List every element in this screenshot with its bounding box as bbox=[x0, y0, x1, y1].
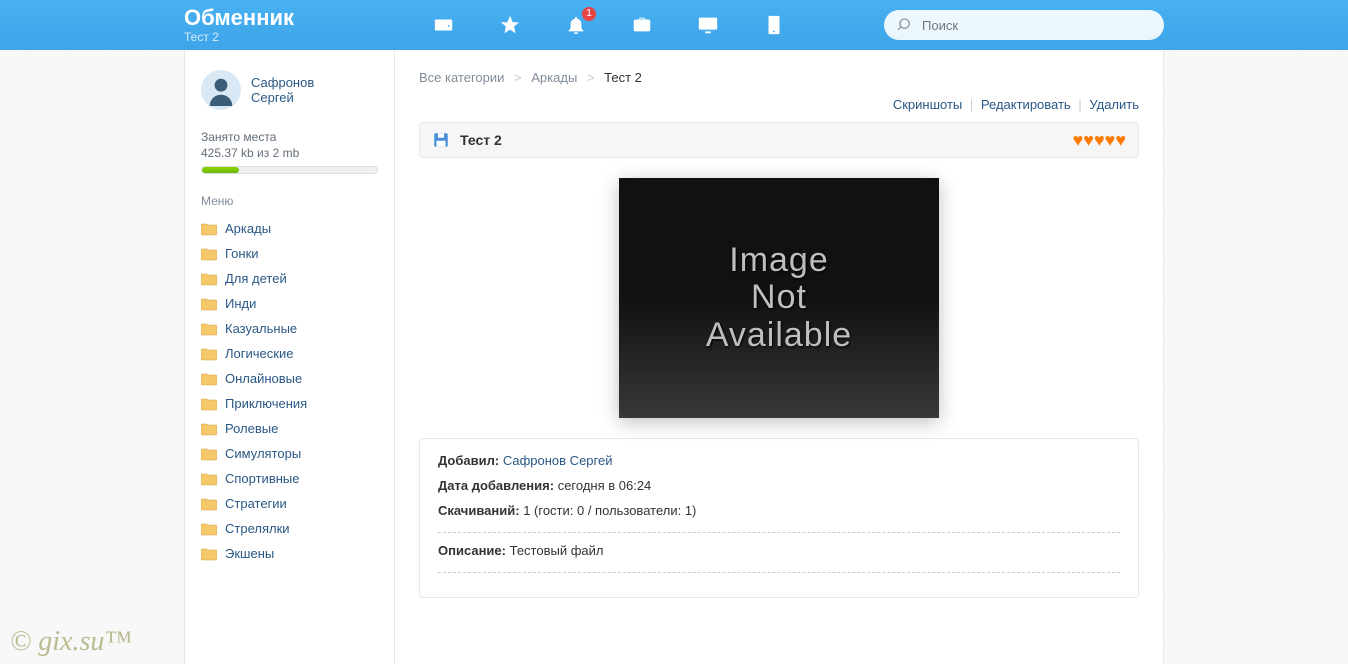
menu-item[interactable]: Стратегии bbox=[201, 491, 378, 516]
menu-item-label[interactable]: Стратегии bbox=[225, 496, 287, 511]
main-content: Все категории > Аркады > Тест 2 Скриншот… bbox=[395, 50, 1163, 664]
user-name-1: Сафронов bbox=[251, 75, 314, 90]
info-box: Добавил: Сафронов Сергей Дата добавления… bbox=[419, 438, 1139, 598]
menu-item[interactable]: Приключения bbox=[201, 391, 378, 416]
heart-icon: ♥ bbox=[1115, 131, 1126, 149]
heart-icon: ♥ bbox=[1083, 131, 1094, 149]
action-delete[interactable]: Удалить bbox=[1089, 97, 1139, 112]
folder-icon bbox=[201, 547, 217, 561]
heart-icon: ♥ bbox=[1105, 131, 1116, 149]
menu-item-label[interactable]: Онлайновые bbox=[225, 371, 302, 386]
phone-icon[interactable] bbox=[762, 13, 786, 37]
menu-item-label[interactable]: Ролевые bbox=[225, 421, 278, 436]
menu-item-label[interactable]: Аркады bbox=[225, 221, 271, 236]
menu-item[interactable]: Ролевые bbox=[201, 416, 378, 441]
folder-icon bbox=[201, 522, 217, 536]
menu-item-label[interactable]: Спортивные bbox=[225, 471, 299, 486]
bell-icon[interactable]: 1 bbox=[564, 13, 588, 37]
item-title: Тест 2 bbox=[460, 132, 1073, 148]
info-divider bbox=[438, 532, 1120, 533]
menu-item[interactable]: Стрелялки bbox=[201, 516, 378, 541]
folder-icon bbox=[201, 422, 217, 436]
nav-icons: 1 bbox=[334, 13, 884, 37]
disk-icon bbox=[432, 131, 450, 149]
watermark: © gix.su™ bbox=[10, 626, 132, 658]
menu-item[interactable]: Симуляторы bbox=[201, 441, 378, 466]
menu-item-label[interactable]: Приключения bbox=[225, 396, 307, 411]
user-name-2: Сергей bbox=[251, 90, 314, 105]
folder-icon bbox=[201, 447, 217, 461]
menu-item[interactable]: Спортивные bbox=[201, 466, 378, 491]
menu-item-label[interactable]: Экшены bbox=[225, 546, 274, 561]
folder-icon bbox=[201, 497, 217, 511]
folder-icon bbox=[201, 272, 217, 286]
info-divider bbox=[438, 572, 1120, 573]
menu-item[interactable]: Экшены bbox=[201, 541, 378, 566]
image-preview: ImageNotAvailable bbox=[419, 178, 1139, 418]
info-added-by: Добавил: Сафронов Сергей bbox=[438, 453, 1120, 468]
storage-label: Занято места bbox=[201, 130, 378, 144]
folder-icon bbox=[201, 372, 217, 386]
breadcrumb-current: Тест 2 bbox=[604, 70, 642, 85]
site-title: Обменник bbox=[184, 6, 294, 30]
image-placeholder-text: ImageNotAvailable bbox=[706, 242, 852, 354]
search-box[interactable] bbox=[884, 10, 1164, 40]
menu-item-label[interactable]: Казуальные bbox=[225, 321, 297, 336]
site-logo[interactable]: Обменник Тест 2 bbox=[184, 6, 294, 44]
info-added-by-link[interactable]: Сафронов Сергей bbox=[503, 453, 613, 468]
search-icon bbox=[898, 17, 914, 33]
heart-icon: ♥ bbox=[1094, 131, 1105, 149]
folder-icon bbox=[201, 472, 217, 486]
info-downloads: Скачиваний: 1 (гости: 0 / пользователи: … bbox=[438, 503, 1120, 518]
title-bar: Тест 2 ♥ ♥ ♥ ♥ ♥ bbox=[419, 122, 1139, 158]
item-actions: Скриншоты | Редактировать | Удалить bbox=[419, 97, 1139, 112]
menu-title: Меню bbox=[201, 194, 378, 208]
action-screenshots[interactable]: Скриншоты bbox=[893, 97, 962, 112]
menu-item-label[interactable]: Логические bbox=[225, 346, 293, 361]
avatar bbox=[201, 70, 241, 110]
menu-item-label[interactable]: Симуляторы bbox=[225, 446, 301, 461]
folder-icon bbox=[201, 347, 217, 361]
monitor-icon[interactable] bbox=[696, 13, 720, 37]
menu-item[interactable]: Для детей bbox=[201, 266, 378, 291]
menu-item-label[interactable]: Гонки bbox=[225, 246, 259, 261]
menu-item[interactable]: Онлайновые bbox=[201, 366, 378, 391]
folder-icon bbox=[201, 247, 217, 261]
info-date: Дата добавления: сегодня в 06:24 bbox=[438, 478, 1120, 493]
briefcase-icon[interactable] bbox=[630, 13, 654, 37]
menu-item-label[interactable]: Стрелялки bbox=[225, 521, 290, 536]
menu-item[interactable]: Логические bbox=[201, 341, 378, 366]
notification-badge: 1 bbox=[582, 7, 596, 21]
menu-item[interactable]: Аркады bbox=[201, 216, 378, 241]
image-placeholder: ImageNotAvailable bbox=[619, 178, 939, 418]
wallet-icon[interactable] bbox=[432, 13, 456, 37]
menu-item[interactable]: Казуальные bbox=[201, 316, 378, 341]
folder-icon bbox=[201, 222, 217, 236]
menu-item[interactable]: Гонки bbox=[201, 241, 378, 266]
breadcrumb-category[interactable]: Аркады bbox=[531, 70, 577, 85]
star-icon[interactable] bbox=[498, 13, 522, 37]
site-subtitle: Тест 2 bbox=[184, 30, 294, 44]
rating-hearts[interactable]: ♥ ♥ ♥ ♥ ♥ bbox=[1073, 131, 1126, 149]
heart-icon: ♥ bbox=[1073, 131, 1084, 149]
menu-list: Аркады Гонки Для детей Инди Казуальные Логиче… bbox=[201, 216, 378, 566]
info-description: Описание: Тестовый файл bbox=[438, 543, 1120, 558]
storage-progress bbox=[201, 166, 378, 174]
breadcrumb: Все категории > Аркады > Тест 2 bbox=[419, 70, 1139, 85]
menu-item-label[interactable]: Инди bbox=[225, 296, 256, 311]
top-header: Обменник Тест 2 1 bbox=[0, 0, 1348, 50]
folder-icon bbox=[201, 397, 217, 411]
sidebar: Сафронов Сергей Занято места 425.37 kb и… bbox=[185, 50, 395, 664]
storage-value: 425.37 kb из 2 mb bbox=[201, 146, 378, 160]
action-edit[interactable]: Редактировать bbox=[981, 97, 1071, 112]
menu-item[interactable]: Инди bbox=[201, 291, 378, 316]
user-block[interactable]: Сафронов Сергей bbox=[201, 70, 378, 110]
folder-icon bbox=[201, 322, 217, 336]
search-input[interactable] bbox=[922, 18, 1150, 33]
breadcrumb-all[interactable]: Все категории bbox=[419, 70, 504, 85]
folder-icon bbox=[201, 297, 217, 311]
menu-item-label[interactable]: Для детей bbox=[225, 271, 287, 286]
